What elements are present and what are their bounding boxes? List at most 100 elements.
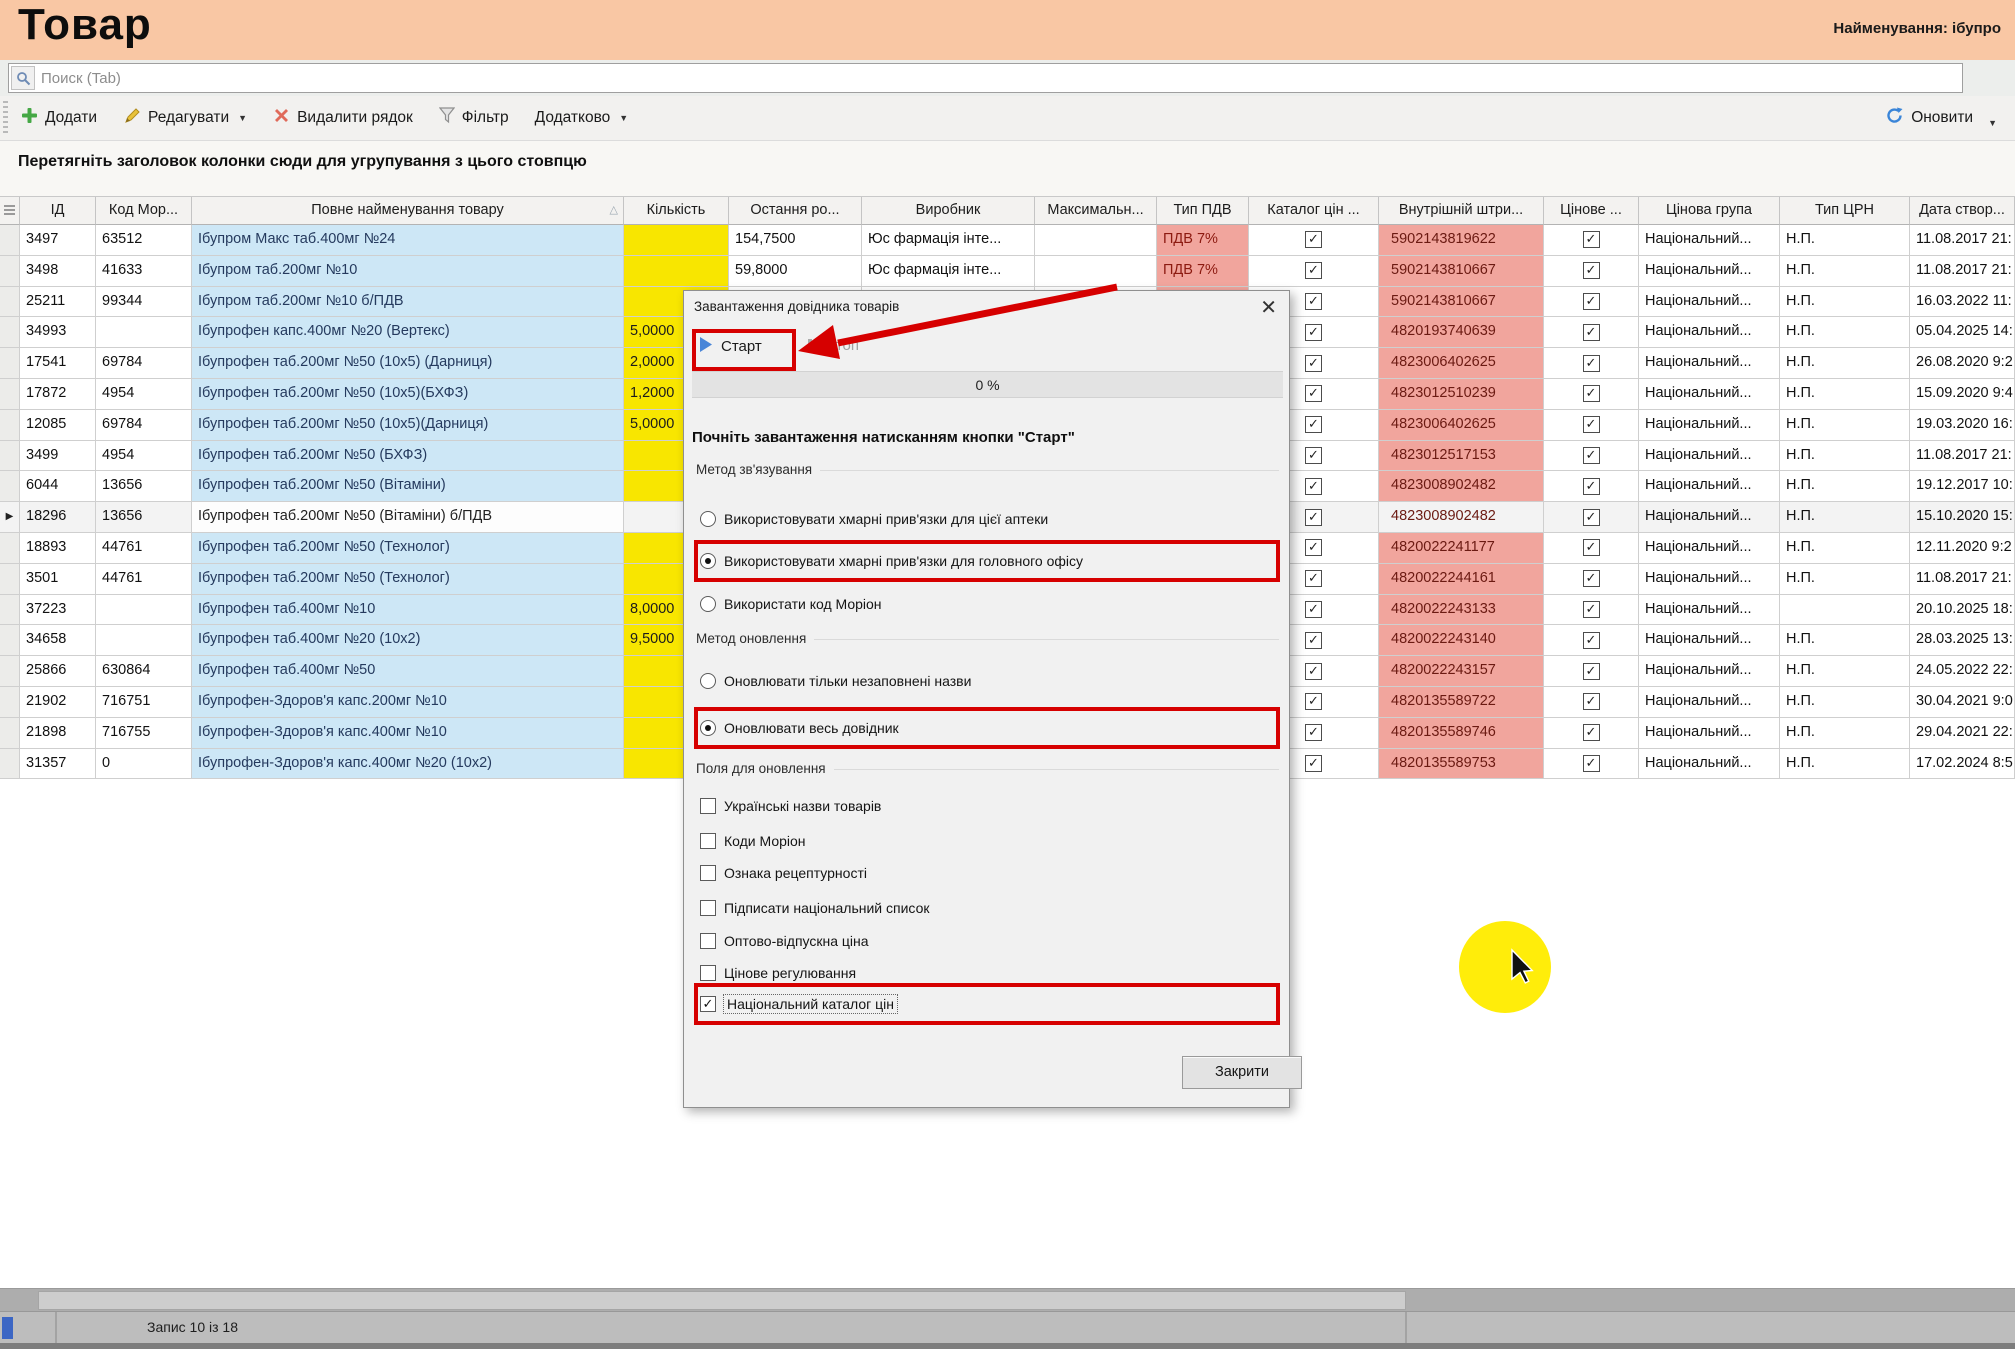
col-header-manuf[interactable]: Виробник: [862, 197, 1035, 225]
checked-checkbox-icon: ✓: [1305, 293, 1322, 310]
cell-pricectl[interactable]: ✓: [1544, 564, 1639, 595]
cell-catalog[interactable]: ✓: [1249, 256, 1379, 287]
checkbox-icon: [700, 900, 716, 916]
cell-ind: [0, 595, 20, 626]
cell-date: 15.09.2020 9:4: [1910, 379, 2015, 410]
cell-id: 21902: [20, 687, 96, 718]
cell-pricectl[interactable]: ✓: [1544, 749, 1639, 780]
cell-pricectl[interactable]: ✓: [1544, 625, 1639, 656]
cell-pricectl[interactable]: ✓: [1544, 410, 1639, 441]
cell-barcode: 4823006402625: [1379, 348, 1544, 379]
horizontal-scrollbar[interactable]: [0, 1288, 2015, 1311]
search-box[interactable]: [8, 63, 1963, 93]
col-header-qty[interactable]: Кількість: [624, 197, 729, 225]
table-row[interactable]: 349841633Ібупром таб.200мг №1059,8000Юс …: [0, 256, 2015, 287]
radio-update_method-1[interactable]: Оновлювати весь довідник: [700, 717, 899, 739]
col-header-indicator[interactable]: [0, 197, 20, 225]
cell-pricectl[interactable]: ✓: [1544, 348, 1639, 379]
checked-checkbox-icon: ✓: [1305, 570, 1322, 587]
cell-group: Національний...: [1639, 625, 1780, 656]
cell-qty: [624, 256, 729, 287]
table-row[interactable]: 349763512Ібупром Макс таб.400мг №24154,7…: [0, 225, 2015, 256]
cell-pricectl[interactable]: ✓: [1544, 317, 1639, 348]
col-header-crn[interactable]: Тип ЦРН: [1780, 197, 1910, 225]
cell-pricectl[interactable]: ✓: [1544, 595, 1639, 626]
cell-pricectl[interactable]: ✓: [1544, 533, 1639, 564]
cell-id: 34658: [20, 625, 96, 656]
cell-crn: Н.П.: [1780, 687, 1910, 718]
cell-pricectl[interactable]: ✓: [1544, 287, 1639, 318]
cell-barcode: 4820135589753: [1379, 749, 1544, 780]
app-window: Товар Найменування: ібупро Додати Редагу…: [0, 0, 2015, 1349]
col-header-catalog[interactable]: Каталог цін ...: [1249, 197, 1379, 225]
delete-x-icon: [273, 107, 290, 129]
stop-button[interactable]: Стоп: [808, 337, 859, 354]
cell-group: Національний...: [1639, 410, 1780, 441]
col-header-vat[interactable]: Тип ПДВ: [1157, 197, 1249, 225]
cell-manuf: Юс фармація інте...: [862, 225, 1035, 256]
cell-pricectl[interactable]: ✓: [1544, 256, 1639, 287]
start-button[interactable]: Старт: [700, 337, 762, 356]
cell-pricectl[interactable]: ✓: [1544, 502, 1639, 533]
refresh-button[interactable]: Оновити: [1872, 100, 1986, 136]
cell-pricectl[interactable]: ✓: [1544, 471, 1639, 502]
cell-pricectl[interactable]: ✓: [1544, 379, 1639, 410]
radio-link_method-1[interactable]: Використовувати хмарні прив'язки для гол…: [700, 550, 1083, 572]
radio-link_method-2[interactable]: Використати код Моріон: [700, 593, 882, 615]
checkbox-update_fields-0[interactable]: Українські назви товарів: [700, 795, 881, 817]
cell-last: 154,7500: [729, 225, 862, 256]
cell-ind: [0, 656, 20, 687]
group-by-zone[interactable]: Перетягніть заголовок колонки сюди для у…: [0, 141, 2015, 196]
cell-crn: Н.П.: [1780, 502, 1910, 533]
checkbox-update_fields-5[interactable]: Цінове регулювання: [700, 962, 856, 984]
cell-catalog[interactable]: ✓: [1249, 225, 1379, 256]
cell-manuf: Юс фармація інте...: [862, 256, 1035, 287]
cell-pricectl[interactable]: ✓: [1544, 441, 1639, 472]
col-header-max[interactable]: Максимальн...: [1035, 197, 1157, 225]
close-icon[interactable]: ✕: [1260, 295, 1277, 320]
cell-code: [96, 317, 192, 348]
checkbox-update_fields-4[interactable]: Оптово-відпускна ціна: [700, 930, 869, 952]
chevron-down-icon[interactable]: ▼: [1988, 118, 1997, 128]
col-header-pricectl[interactable]: Цінове ...: [1544, 197, 1639, 225]
col-header-code[interactable]: Код Мор...: [96, 197, 192, 225]
search-input[interactable]: [35, 65, 1962, 91]
cell-code: 44761: [96, 564, 192, 595]
col-header-id[interactable]: ІД: [20, 197, 96, 225]
cell-date: 30.04.2021 9:0: [1910, 687, 2015, 718]
plus-icon: [21, 107, 38, 129]
add-button[interactable]: Додати: [8, 100, 110, 136]
cell-pricectl[interactable]: ✓: [1544, 225, 1639, 256]
checkbox-update_fields-1[interactable]: Коди Моріон: [700, 830, 806, 852]
checkbox-update_fields-6[interactable]: ✓Національний каталог цін: [700, 993, 897, 1015]
cell-vat: ПДВ 7%: [1157, 256, 1249, 287]
more-button[interactable]: Додатково▼: [522, 100, 642, 136]
col-header-date[interactable]: Дата створ...: [1910, 197, 2015, 225]
cell-pricectl[interactable]: ✓: [1544, 718, 1639, 749]
cell-crn: [1780, 595, 1910, 626]
checked-checkbox-icon: ✓: [1583, 663, 1600, 680]
col-header-barcode[interactable]: Внутрішній штри...: [1379, 197, 1544, 225]
delete-row-button[interactable]: Видалити рядок: [260, 100, 426, 136]
col-header-group[interactable]: Цінова група: [1639, 197, 1780, 225]
sort-asc-icon: △: [610, 197, 618, 224]
close-button[interactable]: Закрити: [1182, 1056, 1302, 1089]
checkbox-update_fields-3[interactable]: Підписати національний список: [700, 897, 930, 919]
checked-checkbox-icon: ✓: [1305, 262, 1322, 279]
checked-checkbox-icon: ✓: [1305, 755, 1322, 772]
cell-pricectl[interactable]: ✓: [1544, 687, 1639, 718]
edit-button[interactable]: Редагувати▼: [110, 100, 260, 136]
cell-id: 18296: [20, 502, 96, 533]
col-header-last[interactable]: Остання ро...: [729, 197, 862, 225]
cell-date: 16.03.2022 11:: [1910, 287, 2015, 318]
checked-checkbox-icon: ✓: [1305, 478, 1322, 495]
cell-ind: [0, 471, 20, 502]
cell-name: Ібупрофен-Здоров'я капс.400мг №20 (10х2): [192, 749, 624, 780]
cell-pricectl[interactable]: ✓: [1544, 656, 1639, 687]
checkbox-update_fields-2[interactable]: Ознака рецептурності: [700, 862, 867, 884]
filter-button[interactable]: Фільтр: [426, 100, 522, 136]
scrollbar-thumb[interactable]: [38, 1291, 1406, 1310]
radio-update_method-0[interactable]: Оновлювати тільки незаповнені назви: [700, 670, 971, 692]
radio-link_method-0[interactable]: Використовувати хмарні прив'язки для ціє…: [700, 508, 1048, 530]
col-header-name[interactable]: Повне найменування товару△: [192, 197, 624, 225]
